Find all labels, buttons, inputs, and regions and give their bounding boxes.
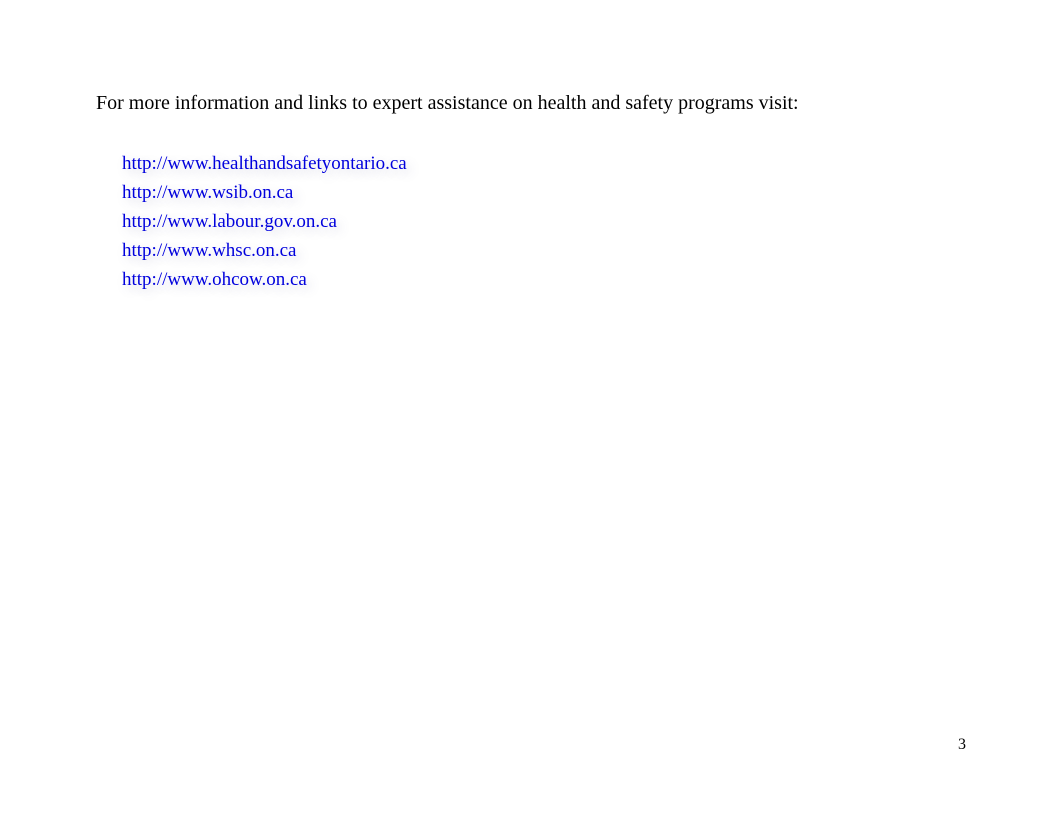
link-wsib[interactable]: http://www.wsib.on.ca <box>122 182 966 204</box>
link-labour[interactable]: http://www.labour.gov.on.ca <box>122 211 966 233</box>
links-list: http://www.healthandsafetyontario.ca htt… <box>96 153 966 291</box>
document-content: For more information and links to expert… <box>96 92 966 298</box>
link-ohcow[interactable]: http://www.ohcow.on.ca <box>122 269 966 291</box>
link-healthandsafetyontario[interactable]: http://www.healthandsafetyontario.ca <box>122 153 966 175</box>
intro-paragraph: For more information and links to expert… <box>96 92 966 115</box>
page-number: 3 <box>958 736 966 754</box>
link-whsc[interactable]: http://www.whsc.on.ca <box>122 240 966 262</box>
